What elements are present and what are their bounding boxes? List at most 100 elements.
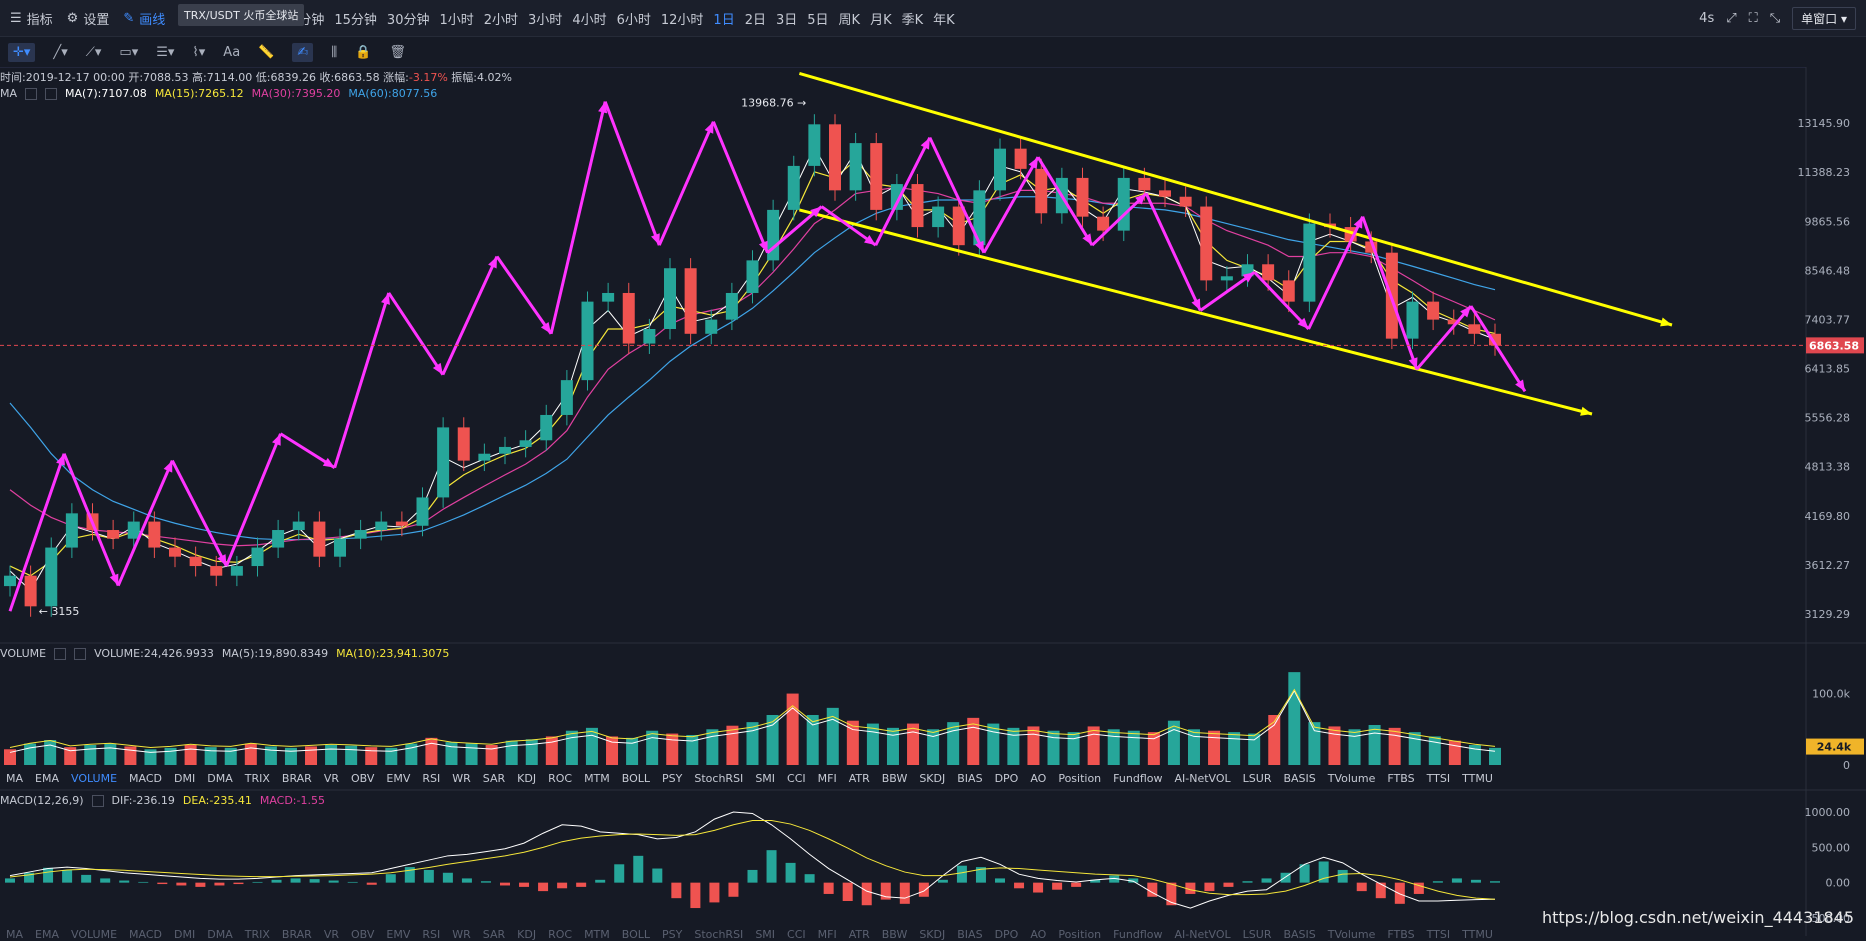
indicator-tab-dma[interactable]: DMA bbox=[207, 928, 233, 941]
fib-tool-icon[interactable]: ⟋▾ bbox=[86, 45, 102, 60]
indicator-tab-dmi[interactable]: DMI bbox=[174, 772, 195, 785]
ma-settings-icon[interactable] bbox=[25, 87, 38, 100]
draw-button[interactable]: ✎ 画线 bbox=[123, 9, 165, 28]
indicator-tab-psy[interactable]: PSY bbox=[662, 772, 682, 785]
indicator-tab-basis[interactable]: BASIS bbox=[1283, 772, 1315, 785]
indicator-tab-dma[interactable]: DMA bbox=[207, 772, 233, 785]
indicator-tab-smi[interactable]: SMI bbox=[755, 928, 775, 941]
indicator-tab-ma[interactable]: MA bbox=[6, 928, 23, 941]
indicator-tab-psy[interactable]: PSY bbox=[662, 928, 682, 941]
indicator-tab-emv[interactable]: EMV bbox=[386, 928, 410, 941]
indicator-tab-ai-netvol[interactable]: AI-NetVOL bbox=[1174, 928, 1230, 941]
indicator-tab-ema[interactable]: EMA bbox=[35, 928, 59, 941]
indicator-tab-kdj[interactable]: KDJ bbox=[517, 772, 536, 785]
indicator-tab-dmi[interactable]: DMI bbox=[174, 928, 195, 941]
indicator-button[interactable]: ☰ 指标 bbox=[10, 9, 53, 28]
indicator-tab-cci[interactable]: CCI bbox=[787, 772, 806, 785]
indicator-tab-mfi[interactable]: MFI bbox=[818, 772, 837, 785]
period-18[interactable]: 年K bbox=[933, 9, 955, 28]
period-12[interactable]: 2日 bbox=[745, 9, 766, 28]
indicator-tab-bias[interactable]: BIAS bbox=[957, 928, 982, 941]
period-6[interactable]: 2小时 bbox=[484, 9, 518, 28]
period-11[interactable]: 1日 bbox=[713, 9, 734, 28]
expand-icon[interactable]: ⤡ bbox=[1770, 11, 1780, 26]
indicator-tab-dpo[interactable]: DPO bbox=[995, 772, 1019, 785]
indicator-tab-dpo[interactable]: DPO bbox=[995, 928, 1019, 941]
indicator-tab-ao[interactable]: AO bbox=[1030, 928, 1046, 941]
indicator-tab-ema[interactable]: EMA bbox=[35, 772, 59, 785]
crosshair-tool-icon[interactable]: ✛▾ bbox=[8, 42, 36, 62]
magnet-tool-icon[interactable]: ✍ bbox=[292, 42, 314, 62]
indicator-tab-rsi[interactable]: RSI bbox=[422, 772, 440, 785]
indicator-tab-ftbs[interactable]: FTBS bbox=[1387, 772, 1414, 785]
volume-close-icon[interactable] bbox=[74, 647, 87, 660]
period-10[interactable]: 12小时 bbox=[661, 9, 704, 28]
period-17[interactable]: 季K bbox=[902, 9, 924, 28]
period-4[interactable]: 30分钟 bbox=[387, 9, 430, 28]
indicator-tab-brar[interactable]: BRAR bbox=[282, 928, 312, 941]
indicator-tab-tvolume[interactable]: TVolume bbox=[1328, 772, 1376, 785]
screenshot-icon[interactable]: ⛶ bbox=[1749, 11, 1758, 26]
indicator-tab-skdj[interactable]: SKDJ bbox=[919, 928, 945, 941]
trash-icon[interactable]: 🗑 bbox=[389, 45, 406, 60]
indicator-tab-macd[interactable]: MACD bbox=[129, 928, 162, 941]
refresh-interval[interactable]: 4s bbox=[1699, 11, 1714, 26]
indicator-tab-ttmu[interactable]: TTMU bbox=[1462, 772, 1493, 785]
indicator-tab-boll[interactable]: BOLL bbox=[622, 928, 650, 941]
channel-tool-icon[interactable]: ☰▾ bbox=[156, 45, 174, 60]
indicator-tab-atr[interactable]: ATR bbox=[849, 928, 870, 941]
fullscreen-icon[interactable]: ⤢ bbox=[1726, 11, 1736, 26]
indicator-tab-skdj[interactable]: SKDJ bbox=[919, 772, 945, 785]
indicator-tab-cci[interactable]: CCI bbox=[787, 928, 806, 941]
indicator-tab-tvolume[interactable]: TVolume bbox=[1328, 928, 1376, 941]
indicator-tab-rsi[interactable]: RSI bbox=[422, 928, 440, 941]
indicator-tab-ma[interactable]: MA bbox=[6, 772, 23, 785]
indicator-tab-position[interactable]: Position bbox=[1058, 772, 1101, 785]
indicator-tab-bias[interactable]: BIAS bbox=[957, 772, 982, 785]
indicator-tab-wr[interactable]: WR bbox=[452, 772, 471, 785]
period-14[interactable]: 5日 bbox=[807, 9, 828, 28]
settings-button[interactable]: ⚙ 设置 bbox=[67, 9, 110, 28]
ruler-tool-icon[interactable]: 📏 bbox=[258, 45, 274, 60]
period-7[interactable]: 3小时 bbox=[528, 9, 562, 28]
indicator-tab-ao[interactable]: AO bbox=[1030, 772, 1046, 785]
indicator-tab-ai-netvol[interactable]: AI-NetVOL bbox=[1174, 772, 1230, 785]
period-8[interactable]: 4小时 bbox=[572, 9, 606, 28]
indicator-tab-roc[interactable]: ROC bbox=[548, 928, 572, 941]
indicator-tab-mfi[interactable]: MFI bbox=[818, 928, 837, 941]
indicator-tab-smi[interactable]: SMI bbox=[755, 772, 775, 785]
indicator-tab-bbw[interactable]: BBW bbox=[882, 928, 908, 941]
indicator-tab-sar[interactable]: SAR bbox=[483, 928, 505, 941]
indicator-tab-basis[interactable]: BASIS bbox=[1283, 928, 1315, 941]
indicator-tab-wr[interactable]: WR bbox=[452, 928, 471, 941]
window-mode-dropdown[interactable]: 单窗口 ▾ bbox=[1792, 6, 1856, 30]
indicator-tab-stochrsi[interactable]: StochRSI bbox=[694, 772, 743, 785]
indicator-tab-emv[interactable]: EMV bbox=[386, 772, 410, 785]
indicator-tab-volume[interactable]: VOLUME bbox=[71, 772, 117, 785]
indicator-tab-kdj[interactable]: KDJ bbox=[517, 928, 536, 941]
period-9[interactable]: 6小时 bbox=[617, 9, 651, 28]
period-5[interactable]: 1小时 bbox=[439, 9, 473, 28]
indicator-tab-trix[interactable]: TRIX bbox=[245, 772, 270, 785]
macd-settings-icon[interactable] bbox=[91, 794, 104, 807]
indicator-tab-ttsi[interactable]: TTSI bbox=[1427, 772, 1450, 785]
rectangle-tool-icon[interactable]: ▭▾ bbox=[119, 45, 138, 60]
period-16[interactable]: 月K bbox=[870, 9, 892, 28]
indicator-tab-atr[interactable]: ATR bbox=[849, 772, 870, 785]
indicator-tab-bbw[interactable]: BBW bbox=[882, 772, 908, 785]
indicator-tab-mtm[interactable]: MTM bbox=[584, 928, 610, 941]
indicator-tab-mtm[interactable]: MTM bbox=[584, 772, 610, 785]
indicator-tab-obv[interactable]: OBV bbox=[351, 772, 374, 785]
indicator-tab-roc[interactable]: ROC bbox=[548, 772, 572, 785]
indicator-tab-lsur[interactable]: LSUR bbox=[1243, 772, 1272, 785]
text-tool[interactable]: Aa bbox=[223, 45, 240, 60]
indicator-tab-vr[interactable]: VR bbox=[324, 928, 339, 941]
volume-settings-icon[interactable] bbox=[54, 647, 67, 660]
indicator-tab-fundflow[interactable]: Fundflow bbox=[1113, 928, 1162, 941]
indicator-tab-fundflow[interactable]: Fundflow bbox=[1113, 772, 1162, 785]
indicator-tab-position[interactable]: Position bbox=[1058, 928, 1101, 941]
indicator-tab-obv[interactable]: OBV bbox=[351, 928, 374, 941]
wave-tool-icon[interactable]: ⌇▾ bbox=[192, 45, 205, 60]
indicator-tab-macd[interactable]: MACD bbox=[129, 772, 162, 785]
indicator-tab-volume[interactable]: VOLUME bbox=[71, 928, 117, 941]
